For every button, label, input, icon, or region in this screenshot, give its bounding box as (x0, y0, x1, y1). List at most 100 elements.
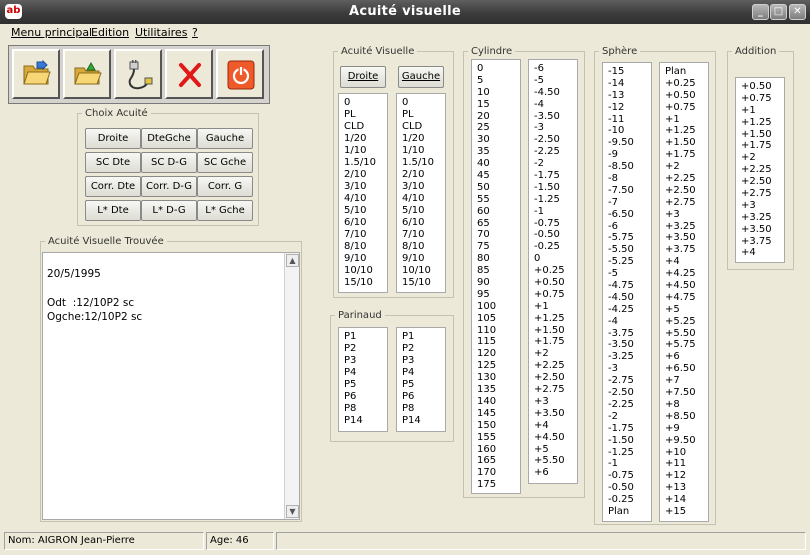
list-item[interactable]: -0.25 (534, 241, 577, 253)
list-item[interactable]: -0.75 (534, 218, 577, 230)
list-item[interactable]: CLD (344, 121, 387, 133)
list-item[interactable]: -0.50 (534, 229, 577, 241)
list-item[interactable]: -0.25 (608, 494, 651, 506)
list-item[interactable]: 4/10 (402, 193, 445, 205)
list-item[interactable]: +2 (665, 161, 708, 173)
list-item[interactable]: +5.50 (534, 455, 577, 467)
choix-corr-dg-button[interactable]: Corr. D-G (141, 176, 197, 197)
list-item[interactable]: +2.50 (741, 176, 784, 188)
list-item[interactable]: +4 (534, 420, 577, 432)
list-item[interactable]: -9 (608, 149, 651, 161)
connect-device-button[interactable] (114, 49, 162, 99)
list-item[interactable]: 1/20 (344, 133, 387, 145)
list-item[interactable]: 130 (477, 372, 520, 384)
choix-droite-button[interactable]: Droite (85, 128, 141, 149)
list-item[interactable]: 6/10 (402, 217, 445, 229)
list-item[interactable]: +0.50 (534, 277, 577, 289)
list-item[interactable]: 160 (477, 444, 520, 456)
list-item[interactable]: 135 (477, 384, 520, 396)
list-item[interactable]: +2.50 (534, 372, 577, 384)
power-button[interactable] (216, 49, 264, 99)
list-item[interactable]: +1 (665, 114, 708, 126)
scroll-up-arrow-icon[interactable]: ▲ (286, 254, 299, 267)
list-item[interactable]: 110 (477, 325, 520, 337)
list-item[interactable]: 0 (477, 63, 520, 75)
choix-l-dg-button[interactable]: L* D-G (141, 200, 197, 221)
list-item[interactable]: 10/10 (402, 265, 445, 277)
list-item[interactable]: +2.75 (741, 188, 784, 200)
menu-principal[interactable]: Menu principal (11, 26, 92, 39)
list-item[interactable]: +1.25 (534, 313, 577, 325)
list-item[interactable]: 7/10 (344, 229, 387, 241)
list-item[interactable]: 7/10 (402, 229, 445, 241)
choix-sc-dg-button[interactable]: SC D-G (141, 152, 197, 173)
acuite-gauche-list[interactable]: 0 PL CLD 1/20 1/10 1.5/10 2/10 3/10 4/10 5/10 6/10… (396, 93, 446, 293)
list-item[interactable]: +3 (534, 396, 577, 408)
list-item[interactable]: P4 (344, 367, 387, 379)
list-item[interactable]: 20 (477, 111, 520, 123)
list-item[interactable]: P4 (402, 367, 445, 379)
open-folder-button[interactable] (12, 49, 60, 99)
list-item[interactable]: 60 (477, 206, 520, 218)
list-item[interactable]: +7.50 (665, 387, 708, 399)
list-item[interactable]: +2.25 (665, 173, 708, 185)
list-item[interactable]: P3 (402, 355, 445, 367)
acuite-trouvee-textarea[interactable]: 20/5/1995 Odt :12/10P2 sc Ogche:12/10P2 … (42, 252, 300, 520)
list-item[interactable]: -9.50 (608, 137, 651, 149)
list-item[interactable]: P8 (344, 403, 387, 415)
menu-utilitaires[interactable]: Utilitaires (135, 26, 187, 39)
list-item[interactable]: +8.50 (665, 411, 708, 423)
list-item[interactable]: -1.75 (608, 423, 651, 435)
list-item[interactable]: -2.75 (608, 375, 651, 387)
list-item[interactable]: Plan (608, 506, 651, 518)
list-item[interactable]: -10 (608, 125, 651, 137)
cylindre-axis-list[interactable]: 0 5 10 15 20 25 30 35 40 45 50 55 60 65 70 75 80 85 90 95 10… (471, 59, 521, 494)
acuite-droite-list[interactable]: 0 PL CLD 1/20 1/10 1.5/10 2/10 3/10 4/10 5/10 6/10… (338, 93, 388, 293)
list-item[interactable]: +1 (741, 105, 784, 117)
list-item[interactable]: +10 (665, 447, 708, 459)
list-item[interactable]: P14 (402, 415, 445, 427)
list-item[interactable]: +3.25 (741, 212, 784, 224)
list-item[interactable]: 2/10 (402, 169, 445, 181)
list-item[interactable]: +2.25 (741, 164, 784, 176)
list-item[interactable]: 75 (477, 241, 520, 253)
list-item[interactable]: +3.50 (741, 224, 784, 236)
list-item[interactable]: Plan (665, 66, 708, 78)
list-item[interactable]: P5 (402, 379, 445, 391)
list-item[interactable]: 10/10 (344, 265, 387, 277)
list-item[interactable]: +0.25 (534, 265, 577, 277)
list-item[interactable]: 30 (477, 134, 520, 146)
list-item[interactable]: P2 (402, 343, 445, 355)
list-item[interactable]: -1.50 (608, 435, 651, 447)
list-item[interactable]: +4.50 (665, 280, 708, 292)
list-item[interactable]: 35 (477, 146, 520, 158)
list-item[interactable]: P3 (344, 355, 387, 367)
list-item[interactable]: -12 (608, 102, 651, 114)
list-item[interactable]: P1 (344, 331, 387, 343)
list-item[interactable]: 1/10 (344, 145, 387, 157)
list-item[interactable]: -15 (608, 66, 651, 78)
addition-list[interactable]: +0.50 +0.75 +1 +1.25 +1.50 +1.75 +2 +2.25 +2.50 +… (735, 77, 785, 263)
list-item[interactable]: PL (402, 109, 445, 121)
list-item[interactable]: 5 (477, 75, 520, 87)
list-item[interactable]: -4.50 (608, 292, 651, 304)
list-item[interactable]: -4.50 (534, 87, 577, 99)
list-item[interactable]: +5.25 (665, 316, 708, 328)
list-item[interactable]: 155 (477, 432, 520, 444)
list-item[interactable]: 1/20 (402, 133, 445, 145)
list-item[interactable]: 55 (477, 194, 520, 206)
list-item[interactable]: 125 (477, 360, 520, 372)
list-item[interactable]: 8/10 (402, 241, 445, 253)
list-item[interactable]: +0.50 (665, 90, 708, 102)
list-item[interactable]: 40 (477, 158, 520, 170)
list-item[interactable]: -8.50 (608, 161, 651, 173)
list-item[interactable]: 8/10 (344, 241, 387, 253)
list-item[interactable]: +9 (665, 423, 708, 435)
close-button[interactable]: ✕ (789, 4, 806, 20)
list-item[interactable]: +3.50 (665, 232, 708, 244)
maximize-button[interactable]: □ (770, 4, 787, 20)
list-item[interactable]: 100 (477, 301, 520, 313)
list-item[interactable]: +5.50 (665, 328, 708, 340)
list-item[interactable]: -4 (608, 316, 651, 328)
list-item[interactable]: 80 (477, 253, 520, 265)
